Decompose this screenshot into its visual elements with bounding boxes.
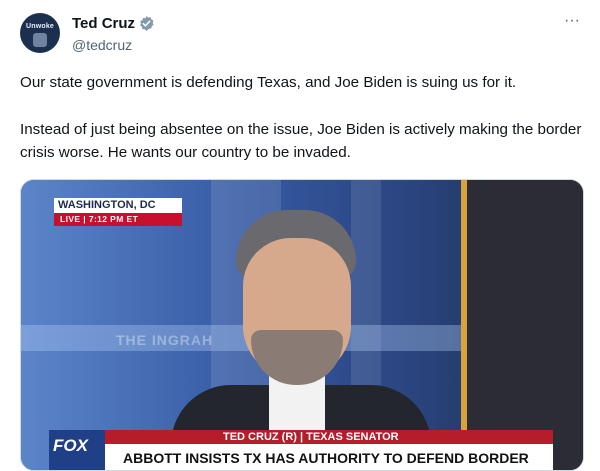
show-name-backdrop: THE INGRAH — [116, 332, 214, 348]
location-label: WASHINGTON, DC — [58, 199, 156, 211]
live-time-label: LIVE | 7:12 PM ET — [60, 214, 139, 224]
author-display-name[interactable]: Ted Cruz — [72, 15, 135, 32]
avatar-figure — [33, 33, 47, 47]
tweet-header: Unwoke Ted Cruz @tedcruz ··· — [0, 0, 600, 70]
tweet-paragraph-1: Our state government is defending Texas,… — [20, 74, 517, 91]
avatar-text: Unwoke — [25, 23, 55, 30]
tweet-media-image[interactable]: THE INGRAH WASHINGTON, DC LIVE | 7:12 PM… — [20, 179, 584, 471]
more-options-icon[interactable]: ··· — [560, 13, 584, 34]
headline-text: ABBOTT INSISTS TX HAS AUTHORITY TO DEFEN… — [123, 450, 529, 466]
name-bar: TED CRUZ (R) | TEXAS SENATOR — [105, 430, 553, 444]
headline-bar: ABBOTT INSISTS TX HAS AUTHORITY TO DEFEN… — [105, 444, 553, 470]
fox-logo-icon: FOX — [49, 430, 105, 470]
name-bar-text: TED CRUZ (R) | TEXAS SENATOR — [223, 431, 399, 443]
chyron: FOX TED CRUZ (R) | TEXAS SENATOR ABBOTT … — [21, 430, 583, 470]
location-badge: WASHINGTON, DC LIVE | 7:12 PM ET — [54, 198, 182, 228]
live-label: LIVE — [60, 214, 81, 224]
avatar[interactable]: Unwoke — [20, 13, 60, 53]
tweet-paragraph-2: Instead of just being absentee on the is… — [20, 121, 582, 161]
author-handle[interactable]: @tedcruz — [72, 37, 132, 53]
studio-dark-panel — [467, 180, 583, 470]
time-label: 7:12 PM ET — [88, 214, 139, 224]
verified-badge-icon — [140, 16, 154, 31]
